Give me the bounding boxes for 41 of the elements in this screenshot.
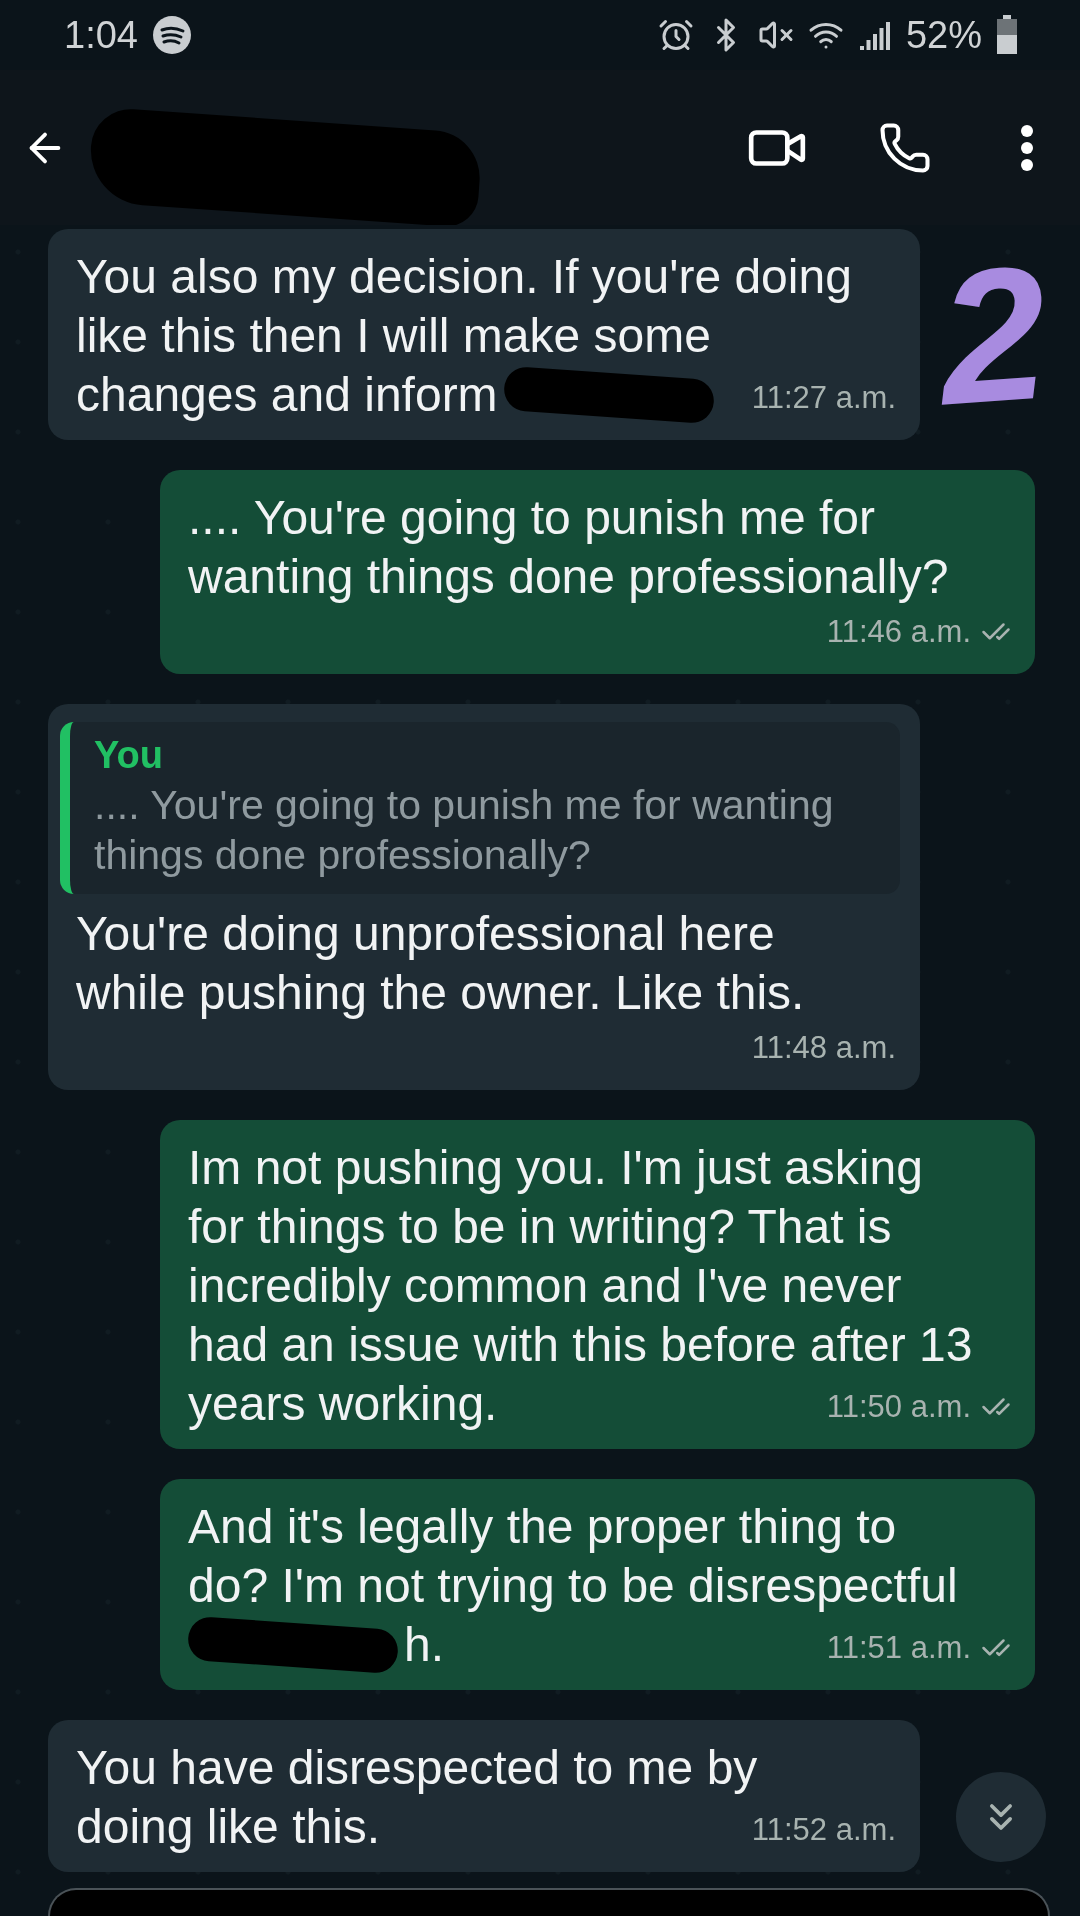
status-time: 1:04 (64, 13, 138, 57)
spotify-icon (151, 15, 192, 55)
message-bubble[interactable]: And it's legally the proper thing to do? I'm not trying to be disrespectful h. 11:51 a.m. (160, 1479, 1035, 1690)
message-time: 11:46 a.m. (826, 613, 971, 651)
message-bubble[interactable]: You also my decision. If you're doing like this then I will make some changes and inform 11:27 a.m. (48, 229, 920, 440)
message-bubble[interactable]: Im not pushing you. I'm just asking for things to be in writing? That is incredibly common and I've never had an issue with this before after 13 years working. 11:50 a.m. (160, 1120, 1035, 1449)
more-icon[interactable] (1020, 123, 1034, 172)
quoted-author: You (94, 733, 164, 778)
message-text: like this then I will make some (76, 308, 711, 364)
message-text: You have disrespected to me by (76, 1740, 758, 1796)
battery-percent: 52% (905, 13, 982, 57)
message-bubble[interactable]: You have disrespected to me by doing like this. 11:52 a.m. (48, 1720, 920, 1872)
message-text: years working. (188, 1376, 498, 1432)
message-time: 11:50 a.m. (826, 1388, 971, 1426)
phone-call-button[interactable] (878, 120, 932, 175)
message-text: .... You're going to punish me for (188, 490, 875, 546)
message-text: do? I'm not trying to be disrespectful (188, 1558, 958, 1614)
alarm-icon (657, 17, 694, 53)
message-text: And it's legally the proper thing to (188, 1499, 897, 1555)
message-text: wanting things done professionally? (188, 549, 949, 605)
quoted-text: .... You're going to punish me for wanting things done professionally? (94, 781, 835, 880)
message-time: 11:27 a.m. (751, 379, 896, 417)
message-text: changes and inform (76, 367, 498, 423)
quoted-message[interactable]: You .... You're going to punish me for wanting things done professionally? (60, 722, 900, 894)
message-input-bar[interactable] (48, 1888, 1050, 1916)
message-time: 11:48 a.m. (751, 1029, 896, 1067)
message-text: h. (404, 1617, 445, 1673)
message-text: incredibly common and I've never (188, 1258, 902, 1314)
message-text: You also my decision. If you're doing (76, 249, 852, 305)
message-text: for things to be in writing? That is (188, 1199, 892, 1255)
message-text: You're doing unprofessional here (76, 906, 775, 962)
battery-icon (996, 15, 1018, 55)
message-text: doing like this. (76, 1799, 381, 1855)
handwritten-number: 2 (933, 236, 1053, 433)
message-text: while pushing the owner. Like this. (76, 965, 805, 1021)
message-text: had an issue with this before after 13 (188, 1317, 973, 1373)
message-bubble[interactable]: You .... You're going to punish me for wanting things done professionally? You're doing unprofessional here while pushing the owner. Like this. 11:48 a.m. (48, 704, 920, 1090)
message-time: 11:51 a.m. (826, 1629, 971, 1667)
message-text: Im not pushing you. I'm just asking (188, 1140, 923, 1196)
message-bubble[interactable]: .... You're going to punish me for wanting things done professionally? 11:46 a.m. (160, 470, 1035, 674)
message-time: 11:52 a.m. (751, 1811, 896, 1849)
